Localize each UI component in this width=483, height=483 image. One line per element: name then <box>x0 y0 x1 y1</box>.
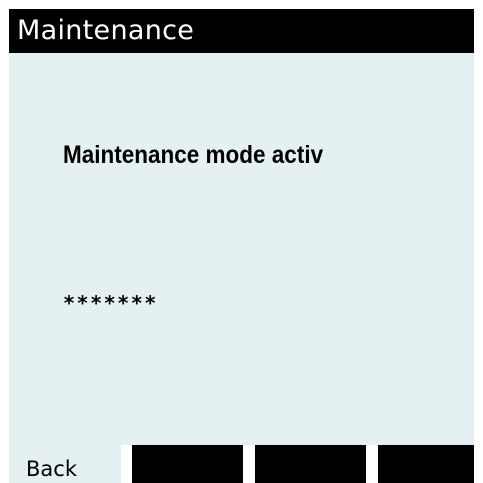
page-title: Maintenance <box>17 15 195 46</box>
back-button[interactable]: Back <box>9 445 121 483</box>
softkey-3[interactable] <box>255 445 366 483</box>
status-message: Maintenance mode activ <box>63 141 324 169</box>
title-bar: Maintenance <box>9 9 474 53</box>
content-panel: Maintenance mode activ ******* <box>9 53 474 445</box>
masked-password-field: ******* <box>63 291 158 315</box>
softkey-2[interactable] <box>132 445 243 483</box>
back-button-label: Back <box>26 457 77 481</box>
softkey-4[interactable] <box>378 445 474 483</box>
device-screen: Maintenance Maintenance mode activ *****… <box>0 0 483 483</box>
